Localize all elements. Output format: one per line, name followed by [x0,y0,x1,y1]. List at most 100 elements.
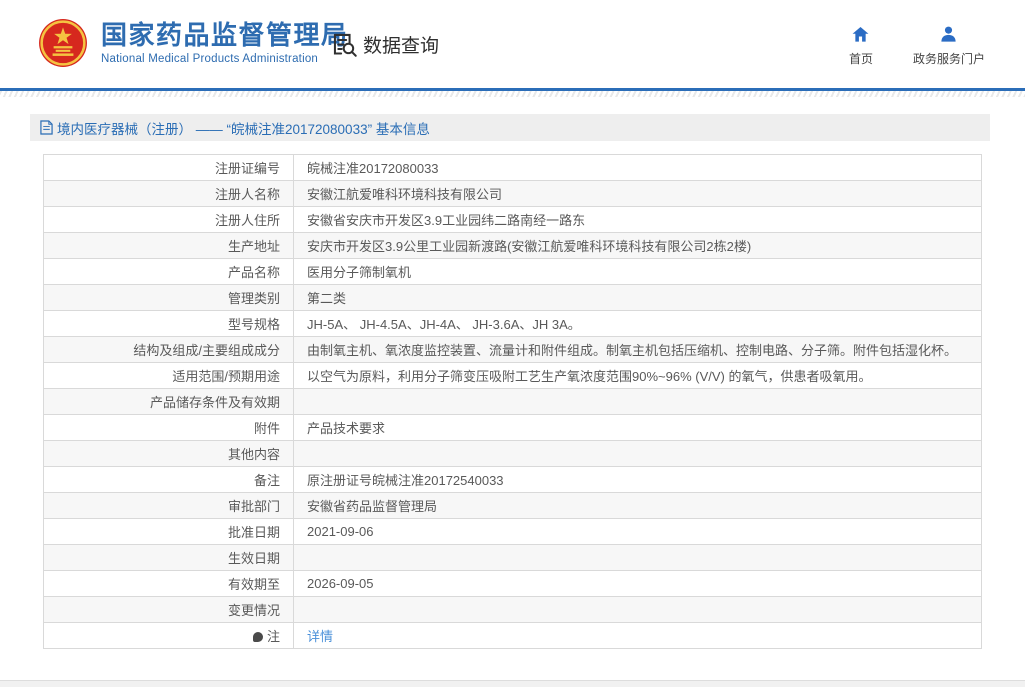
org-name-cn: 国家药品监督管理局 [101,20,349,51]
top-nav: 首页 政务服务门户 [849,25,985,67]
row-label-cell: 生产地址 [43,232,294,259]
row-label: 注册证编号 [214,161,280,176]
row-label: 附件 [253,421,280,436]
row-label-cell: 结构及组成/主要组成成分 [43,336,294,363]
table-row: 结构及组成/主要组成成分 由制氧主机、氧浓度监控装置、流量计和附件组成。制氧主机包… [43,336,982,363]
row-label-cell: 注 [43,622,294,649]
row-label: 生效日期 [227,551,280,566]
row-label: 管理类别 [227,291,280,306]
row-label: 有效期至 [227,577,280,592]
data-query-link[interactable]: 数据查询 [331,31,439,58]
row-value: 安庆市开发区3.9公里工业园新渡路(安徽江航爱唯科环境科技有限公司2栋2楼) [307,239,752,254]
detail-link[interactable]: 详情 [307,629,333,644]
nav-item-label: 首页 [848,52,873,66]
site-header: 国家药品监督管理局 National Medical Products Admi… [0,0,1025,88]
table-row: 适用范围/预期用途 以空气为原料，利用分子筛变压吸附工艺生产氧浓度范围90%~96… [43,362,982,389]
row-label: 注册人住所 [214,213,280,228]
table-row: 其他内容 [43,440,982,467]
table-row: 生效日期 [43,544,982,571]
row-value-cell: 详情 [293,622,982,649]
row-value: 2021-09-06 [307,524,374,539]
table-row: 备注 原注册证号皖械注准20172540033 [43,466,982,493]
page-icon [40,120,53,135]
table-row: 产品名称 医用分子筛制氧机 [43,258,982,285]
row-value-cell: 由制氧主机、氧浓度监控装置、流量计和附件组成。制氧主机包括压缩机、控制电路、分子… [293,336,982,363]
row-label: 其他内容 [227,447,280,462]
row-value-cell: 2026-09-05 [293,570,982,597]
row-label: 注册人名称 [214,187,280,202]
row-value: 由制氧主机、氧浓度监控装置、流量计和附件组成。制氧主机包括压缩机、控制电路、分子… [307,343,958,358]
document-search-icon [333,33,357,57]
row-value: 安徽江航爱唯科环境科技有限公司 [307,187,503,202]
row-label-cell: 产品名称 [43,258,294,285]
national-emblem-icon [39,19,87,67]
row-label: 结构及组成/主要组成成分 [133,343,280,358]
row-label-cell: 注册人名称 [43,180,294,207]
table-row: 管理类别 第二类 [43,284,982,311]
row-label: 型号规格 [227,317,280,332]
row-value: 安徽省药品监督管理局 [307,499,438,514]
row-value: 2026-09-05 [307,576,374,591]
row-value: JH-5A、 JH-4.5A、JH-4A、 JH-3.6A、JH 3A。 [307,317,581,332]
home-icon [853,26,869,42]
row-value-cell [293,388,982,415]
table-row: 注册证编号 皖械注准20172080033 [43,154,982,181]
row-label-cell: 管理类别 [43,284,294,311]
table-row: 变更情况 [43,596,982,623]
table-row: 批准日期 2021-09-06 [43,518,982,545]
row-value: 原注册证号皖械注准20172540033 [307,473,504,488]
row-value-cell: 安庆市开发区3.9公里工业园新渡路(安徽江航爱唯科环境科技有限公司2栋2楼) [293,232,982,259]
row-label-cell: 注册人住所 [43,206,294,233]
nmpa-logo[interactable]: 国家药品监督管理局 National Medical Products Admi… [38,18,349,68]
row-value-cell: 安徽省药品监督管理局 [293,492,982,519]
user-icon [941,26,957,42]
info-table-wrap: 注册证编号 皖械注准20172080033 注册人名称 安徽江航爱唯科环境科技有限公司… [43,154,982,649]
nav-item-portal[interactable]: 政务服务门户 [913,25,985,67]
row-value: 医用分子筛制氧机 [307,265,412,280]
row-label: 适用范围/预期用途 [172,369,280,384]
row-label: 生产地址 [227,239,280,254]
info-table: 注册证编号 皖械注准20172080033 注册人名称 安徽江航爱唯科环境科技有限公司… [43,154,982,649]
row-value: 第二类 [307,291,347,306]
nav-item-label: 政务服务门户 [912,52,985,66]
row-value-cell: 医用分子筛制氧机 [293,258,982,285]
row-label: 审批部门 [227,499,280,514]
row-value-cell: 安徽省安庆市开发区3.9工业园纬二路南经一路东 [293,206,982,233]
row-value: 产品技术要求 [307,421,386,436]
org-names: 国家药品监督管理局 National Medical Products Admi… [101,21,349,65]
row-value: 以空气为原料，利用分子筛变压吸附工艺生产氧浓度范围90%~96% (V/V) 的… [307,369,872,384]
row-label-cell: 其他内容 [43,440,294,467]
row-label-cell: 变更情况 [43,596,294,623]
row-label-cell: 产品储存条件及有效期 [43,388,294,415]
row-label-cell: 生效日期 [43,544,294,571]
row-label-cell: 有效期至 [43,570,294,597]
table-row: 附件 产品技术要求 [43,414,982,441]
row-value-cell: JH-5A、 JH-4.5A、JH-4A、 JH-3.6A、JH 3A。 [293,310,982,337]
row-value-cell: 以空气为原料，利用分子筛变压吸附工艺生产氧浓度范围90%~96% (V/V) 的… [293,362,982,389]
row-label: 批准日期 [227,525,280,540]
row-label-cell: 注册证编号 [43,154,294,181]
org-name-en: National Medical Products Administration [101,52,319,65]
row-value-cell: 皖械注准20172080033 [293,154,982,181]
row-value: 皖械注准20172080033 [307,161,439,176]
table-row: 注 详情 [43,622,982,649]
header-hatch-strip [0,91,1025,97]
row-label: 产品名称 [227,265,280,280]
row-value-cell: 2021-09-06 [293,518,982,545]
row-label: 变更情况 [227,603,280,618]
row-value-cell: 产品技术要求 [293,414,982,441]
page-title: 境内医疗器械（注册） —— “皖械注准20172080033” 基本信息 [57,121,430,137]
row-label-cell: 备注 [43,466,294,493]
table-row: 产品储存条件及有效期 [43,388,982,415]
row-label-cell: 审批部门 [43,492,294,519]
data-query-label: 数据查询 [363,36,440,57]
row-label-cell: 批准日期 [43,518,294,545]
table-row: 有效期至 2026-09-05 [43,570,982,597]
info-table-body: 注册证编号 皖械注准20172080033 注册人名称 安徽江航爱唯科环境科技有限公司… [43,154,982,649]
row-value-cell [293,596,982,623]
nav-item-home[interactable]: 首页 [849,25,873,67]
row-label-cell: 适用范围/预期用途 [43,362,294,389]
table-row: 型号规格 JH-5A、 JH-4.5A、JH-4A、 JH-3.6A、JH 3A。 [43,310,982,337]
note-icon [252,632,263,642]
row-label: 备注 [253,473,280,488]
